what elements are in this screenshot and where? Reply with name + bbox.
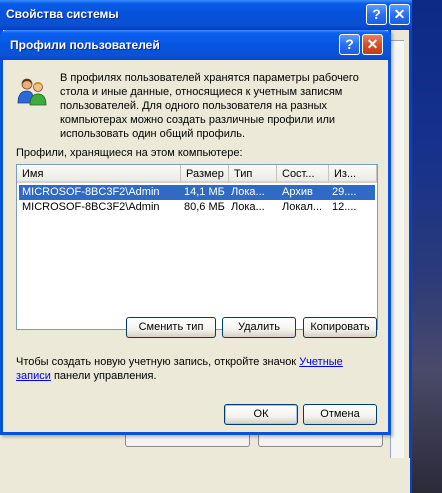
back-close-button[interactable]: ✕: [389, 4, 410, 25]
back-window-frame: [390, 40, 404, 480]
column-header-type[interactable]: Тип: [229, 165, 277, 183]
back-hidden-button: [258, 435, 383, 447]
cell-state: Локал...: [282, 201, 323, 213]
cell-modified: 12....: [332, 201, 357, 213]
profiles-list[interactable]: Имя Размер Тип Сост... Из... MICROSOF-8B…: [16, 164, 378, 330]
back-window-title: Свойства системы: [6, 7, 119, 21]
table-row[interactable]: MICROSOF-8BC3F2\Admin 14,1 МБ Лока... Ар…: [19, 185, 375, 200]
desktop-background: [410, 0, 442, 493]
users-icon: [17, 78, 47, 106]
cell-state: Архив: [282, 186, 313, 198]
cell-name: MICROSOF-8BC3F2\Admin: [22, 186, 160, 198]
cell-modified: 29....: [332, 186, 357, 198]
user-profiles-dialog: Профили пользователей ? ✕ В профилях пол…: [0, 30, 391, 435]
profiles-list-label: Профили, хранящиеся на этом компьютере:: [16, 147, 243, 159]
cell-size: 14,1 МБ: [184, 186, 225, 198]
column-header-size[interactable]: Размер: [181, 165, 229, 183]
list-header: Имя Размер Тип Сост... Из...: [17, 165, 377, 183]
cell-type: Лока...: [231, 186, 265, 198]
back-help-button[interactable]: ?: [366, 4, 387, 25]
table-row[interactable]: MICROSOF-8BC3F2\Admin 80,6 МБ Лока... Ло…: [19, 200, 375, 215]
ok-button[interactable]: ОК: [224, 404, 298, 425]
change-type-button[interactable]: Сменить тип: [126, 317, 216, 338]
dialog-title: Профили пользователей: [10, 38, 160, 52]
description-text: В профилях пользователей хранятся параме…: [60, 72, 359, 140]
delete-button[interactable]: Удалить: [222, 317, 296, 338]
column-header-name[interactable]: Имя: [17, 165, 181, 183]
footer-text-before: Чтобы создать новую учетную запись, откр…: [16, 356, 300, 368]
cell-type: Лока...: [231, 201, 265, 213]
close-button[interactable]: ✕: [362, 34, 383, 55]
back-window-bottom: [0, 458, 410, 493]
column-header-modified[interactable]: Из...: [329, 165, 377, 183]
copy-button[interactable]: Копировать: [303, 317, 377, 338]
back-hidden-button: [125, 435, 250, 447]
column-header-state[interactable]: Сост...: [277, 165, 329, 183]
cell-size: 80,6 МБ: [184, 201, 225, 213]
footer-text: Чтобы создать новую учетную запись, откр…: [16, 355, 371, 383]
cancel-button[interactable]: Отмена: [303, 404, 377, 425]
footer-text-after: панели управления.: [50, 370, 157, 382]
help-button[interactable]: ?: [339, 34, 360, 55]
dialog-titlebar[interactable]: Профили пользователей ? ✕: [0, 30, 391, 60]
cell-name: MICROSOF-8BC3F2\Admin: [22, 201, 160, 213]
back-window-titlebar[interactable]: Свойства системы ? ✕: [0, 0, 412, 30]
